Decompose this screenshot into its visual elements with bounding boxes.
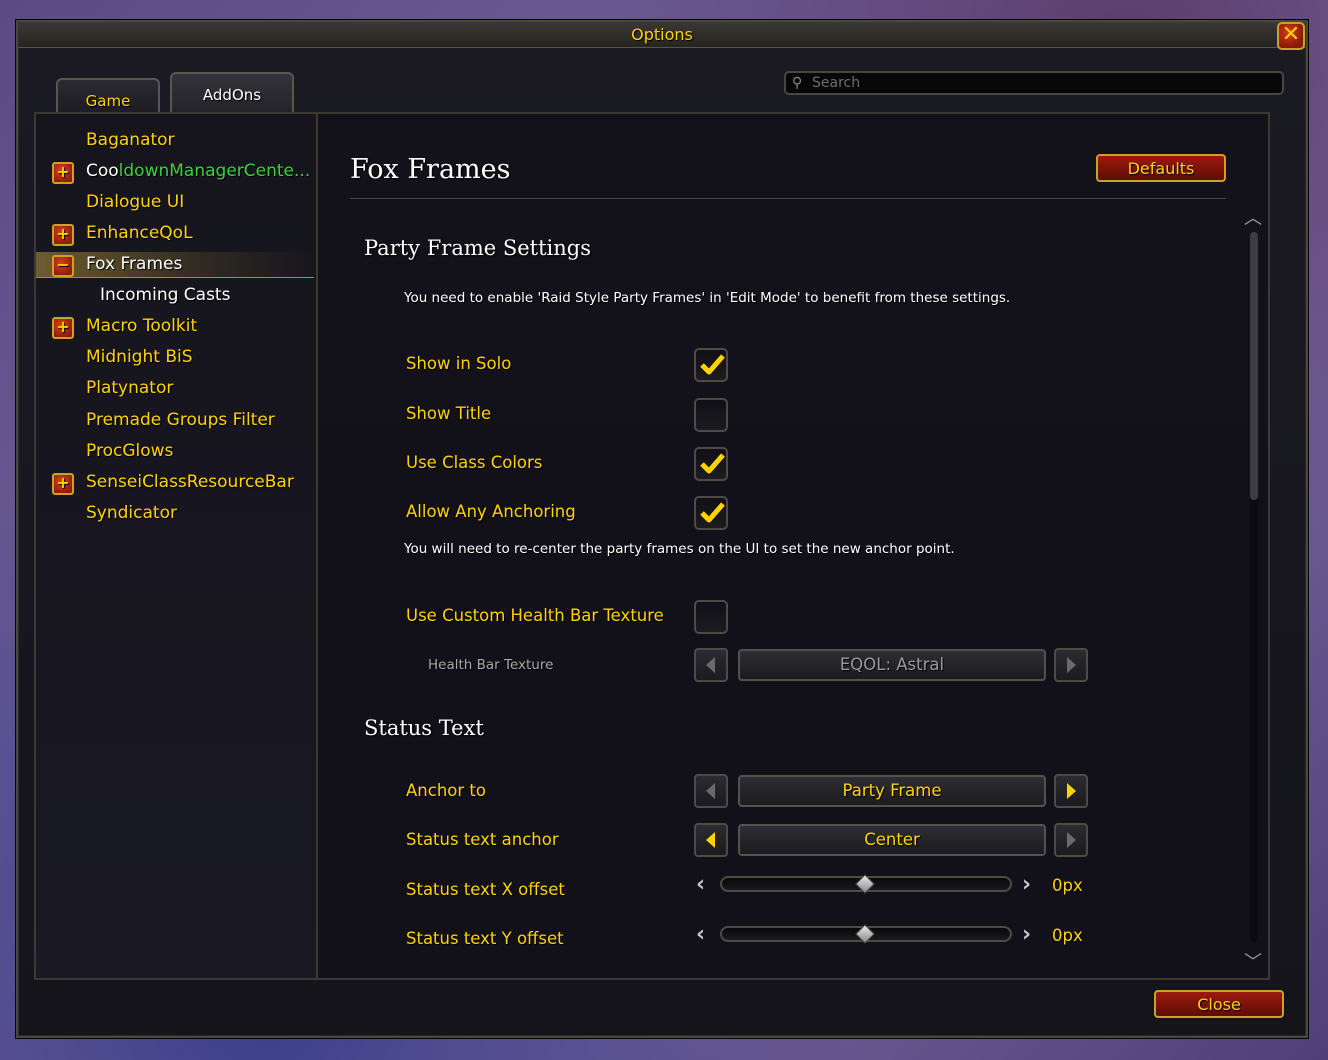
arrow-left-icon xyxy=(706,832,715,848)
anchor-note: You will need to re-center the party fra… xyxy=(404,541,955,557)
option-label-y-offset: Status text Y offset xyxy=(406,929,564,948)
option-label-allow-any-anchoring: Allow Any Anchoring xyxy=(406,502,576,521)
anchor-to-dropdown[interactable]: Party Frame xyxy=(738,775,1046,807)
search-input[interactable] xyxy=(812,73,1272,93)
tab-addons[interactable]: AddOns xyxy=(170,72,294,114)
tab-game[interactable]: Game xyxy=(56,78,160,116)
sidebar-item-label: Syndicator xyxy=(86,503,177,523)
sidebar-item-macro-toolkit[interactable]: + Macro Toolkit xyxy=(36,314,314,340)
sidebar-item-label: Platynator xyxy=(86,378,174,398)
status-anchor-next-button[interactable] xyxy=(1054,823,1088,857)
search-icon: ⚲ xyxy=(792,75,803,91)
sidebar-item-senseiclassresourcebar[interactable]: + SenseiClassResourceBar xyxy=(36,470,314,496)
option-label-show-in-solo: Show in Solo xyxy=(406,354,512,373)
option-label-x-offset: Status text X offset xyxy=(406,880,565,899)
arrow-right-icon xyxy=(1067,657,1076,673)
checkbox-show-in-solo[interactable] xyxy=(694,348,728,382)
sidebar-item-syndicator[interactable]: Syndicator xyxy=(36,501,314,527)
y-offset-increment-icon[interactable]: › xyxy=(1022,924,1031,946)
section-title-party: Party Frame Settings xyxy=(364,236,592,260)
sidebar-item-label: Dialogue UI xyxy=(86,192,185,212)
checkmark-icon xyxy=(700,453,725,474)
option-label-anchor-to: Anchor to xyxy=(406,781,486,800)
addon-list: Baganator + CooldownManagerCente... Dial… xyxy=(36,114,318,978)
expand-icon[interactable]: + xyxy=(52,473,74,495)
option-label-status-text-anchor: Status text anchor xyxy=(406,830,559,849)
party-note: You need to enable 'Raid Style Party Fra… xyxy=(404,290,1011,306)
close-button[interactable]: Close xyxy=(1154,990,1284,1018)
settings-content: Fox Frames Defaults Party Frame Settings… xyxy=(320,114,1268,978)
window-title: Options xyxy=(631,25,693,44)
sidebar-item-baganator[interactable]: Baganator xyxy=(36,128,314,154)
option-label-custom-texture: Use Custom Health Bar Texture xyxy=(406,606,664,625)
sidebar-item-premade-groups-filter[interactable]: Premade Groups Filter xyxy=(36,408,314,434)
sidebar-item-label: Fox Frames xyxy=(86,254,183,274)
anchor-to-prev-button[interactable] xyxy=(694,774,728,808)
option-label-health-bar-texture: Health Bar Texture xyxy=(428,657,554,673)
x-offset-decrement-icon[interactable]: ‹ xyxy=(696,874,705,896)
y-offset-value: 0px xyxy=(1052,926,1083,945)
collapse-icon[interactable]: − xyxy=(52,255,74,277)
checkbox-use-class-colors[interactable] xyxy=(694,447,728,481)
texture-prev-button[interactable] xyxy=(694,648,728,682)
arrow-left-icon xyxy=(706,783,715,799)
sidebar-item-platynator[interactable]: Platynator xyxy=(36,376,314,402)
sidebar-item-dialogue-ui[interactable]: Dialogue UI xyxy=(36,190,314,216)
x-offset-increment-icon[interactable]: › xyxy=(1022,874,1031,896)
sidebar-item-procglows[interactable]: ProcGlows xyxy=(36,439,314,465)
option-label-use-class-colors: Use Class Colors xyxy=(406,453,543,472)
checkmark-icon xyxy=(700,354,725,375)
title-bar[interactable]: Options ✕ xyxy=(18,22,1306,50)
status-anchor-prev-button[interactable] xyxy=(694,823,728,857)
arrow-left-icon xyxy=(706,657,715,673)
search-box[interactable]: ⚲ xyxy=(784,71,1284,95)
checkmark-icon xyxy=(700,502,725,523)
scrollbar-thumb[interactable] xyxy=(1250,232,1258,500)
status-anchor-dropdown[interactable]: Center xyxy=(738,824,1046,856)
y-offset-slider[interactable] xyxy=(720,924,1012,944)
x-offset-slider-thumb[interactable] xyxy=(855,874,875,894)
arrow-right-icon xyxy=(1067,783,1076,799)
sidebar-item-label: ProcGlows xyxy=(86,441,174,461)
expand-icon[interactable]: + xyxy=(52,317,74,339)
checkbox-allow-any-anchoring[interactable] xyxy=(694,496,728,530)
scroll-down-icon[interactable]: ﹀ xyxy=(1244,948,1262,974)
sidebar-item-enhanceqol[interactable]: + EnhanceQoL xyxy=(36,221,314,247)
x-offset-value: 0px xyxy=(1052,876,1083,895)
y-offset-decrement-icon[interactable]: ‹ xyxy=(696,924,705,946)
sidebar-item-midnight-bis[interactable]: Midnight BiS xyxy=(36,345,314,371)
sidebar-item-label: Premade Groups Filter xyxy=(86,410,275,430)
sidebar-item-incoming-casts[interactable]: Incoming Casts xyxy=(36,283,314,309)
expand-icon[interactable]: + xyxy=(52,162,74,184)
scroll-up-icon[interactable]: ︿ xyxy=(1244,204,1262,230)
sidebar-item-label: Baganator xyxy=(86,130,175,150)
sidebar-item-cooldownmanager[interactable]: + CooldownManagerCente... xyxy=(36,159,314,185)
x-offset-slider[interactable] xyxy=(720,874,1012,894)
options-window: Options ✕ Game AddOns ⚲ Baganator + Cool… xyxy=(16,20,1308,1038)
section-title-status-text: Status Text xyxy=(364,716,484,740)
title-divider xyxy=(350,198,1226,199)
sidebar-item-label: EnhanceQoL xyxy=(86,223,193,243)
texture-next-button[interactable] xyxy=(1054,648,1088,682)
sidebar-item-label: CooldownManagerCente... xyxy=(86,161,311,181)
sidebar-item-label: Incoming Casts xyxy=(100,285,231,305)
y-offset-slider-thumb[interactable] xyxy=(855,924,875,944)
defaults-button[interactable]: Defaults xyxy=(1096,154,1226,182)
sidebar-item-label: Midnight BiS xyxy=(86,347,193,367)
page-title: Fox Frames xyxy=(350,154,511,185)
texture-dropdown[interactable]: EQOL: Astral xyxy=(738,649,1046,681)
anchor-to-next-button[interactable] xyxy=(1054,774,1088,808)
sidebar-item-label: SenseiClassResourceBar xyxy=(86,472,294,492)
options-panel: Baganator + CooldownManagerCente... Dial… xyxy=(34,112,1270,980)
checkbox-custom-texture[interactable] xyxy=(694,600,728,634)
sidebar-item-label: Macro Toolkit xyxy=(86,316,198,336)
sidebar-item-fox-frames[interactable]: − Fox Frames xyxy=(36,252,314,278)
option-label-show-title: Show Title xyxy=(406,404,492,423)
arrow-right-icon xyxy=(1067,832,1076,848)
close-icon[interactable]: ✕ xyxy=(1277,22,1305,50)
checkbox-show-title[interactable] xyxy=(694,398,728,432)
expand-icon[interactable]: + xyxy=(52,224,74,246)
